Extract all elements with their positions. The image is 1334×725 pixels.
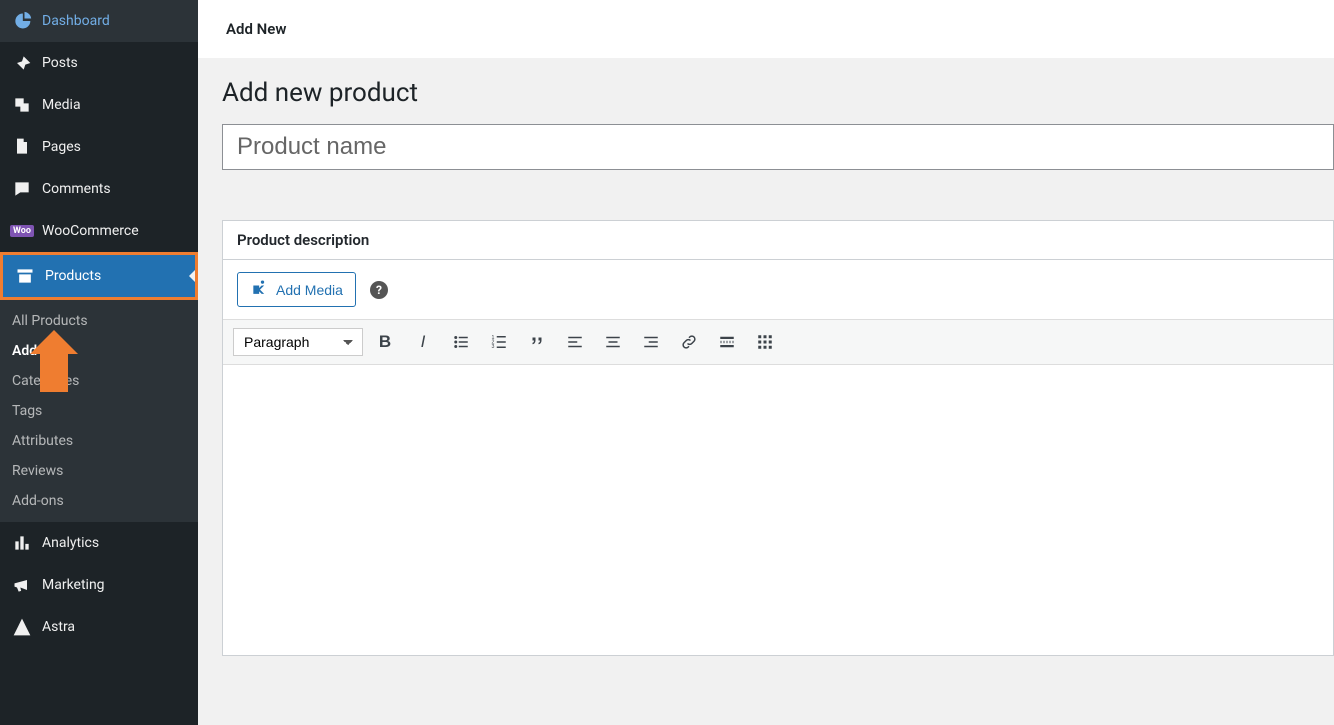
- sidebar-item-label: Comments: [42, 181, 111, 197]
- numbered-list-button[interactable]: 123: [483, 326, 515, 358]
- media-icon: [12, 95, 32, 115]
- add-media-label: Add Media: [276, 282, 343, 298]
- sidebar-item-media[interactable]: Media: [0, 84, 198, 126]
- analytics-icon: [12, 533, 32, 553]
- main: Add new product Product description Add …: [198, 58, 1334, 656]
- toolbar-toggle-button[interactable]: [749, 326, 781, 358]
- comment-icon: [12, 179, 32, 199]
- format-select[interactable]: Paragraph: [233, 328, 363, 356]
- product-description-body: Add Media ? Paragraph B I 123: [222, 259, 1334, 656]
- editor-textarea[interactable]: [223, 365, 1333, 655]
- bold-button[interactable]: B: [369, 326, 401, 358]
- sidebar-item-label: Posts: [42, 55, 78, 71]
- highlight-products: Products: [0, 252, 198, 300]
- page-title: Add new product: [222, 78, 1334, 108]
- editor-toolbar: Paragraph B I 123: [223, 319, 1333, 365]
- sidebar-item-label: Dashboard: [42, 13, 110, 29]
- submenu-item-reviews[interactable]: Reviews: [0, 456, 198, 486]
- product-name-input[interactable]: [222, 124, 1334, 170]
- sidebar-item-label: WooCommerce: [42, 223, 139, 239]
- admin-sidebar: Dashboard Posts Media Pages Comments Woo…: [0, 0, 198, 725]
- submenu-item-label: Add-ons: [12, 493, 64, 509]
- link-button[interactable]: [673, 326, 705, 358]
- archive-icon: [15, 266, 35, 286]
- sidebar-item-marketing[interactable]: Marketing: [0, 564, 198, 606]
- insert-more-button[interactable]: [711, 326, 743, 358]
- sidebar-item-comments[interactable]: Comments: [0, 168, 198, 210]
- submenu-item-label: All Products: [12, 313, 88, 329]
- sidebar-item-pages[interactable]: Pages: [0, 126, 198, 168]
- sidebar-item-analytics[interactable]: Analytics: [0, 522, 198, 564]
- media-button-icon: [250, 278, 270, 301]
- woocommerce-icon: Woo: [12, 221, 32, 241]
- sidebar-item-astra[interactable]: Astra: [0, 606, 198, 648]
- submenu-item-tags[interactable]: Tags: [0, 396, 198, 426]
- sidebar-item-dashboard[interactable]: Dashboard: [0, 0, 198, 42]
- sidebar-item-label: Pages: [42, 139, 81, 155]
- blockquote-button[interactable]: [521, 326, 553, 358]
- sidebar-item-label: Products: [45, 268, 101, 284]
- dashboard-icon: [12, 11, 32, 31]
- sidebar-item-products[interactable]: Products: [3, 255, 195, 297]
- sidebar-item-label: Media: [42, 97, 81, 113]
- media-toolbar: Add Media ?: [223, 260, 1333, 319]
- megaphone-icon: [12, 575, 32, 595]
- italic-button[interactable]: I: [407, 326, 439, 358]
- add-media-button[interactable]: Add Media: [237, 272, 356, 307]
- products-submenu: All Products Add New Categories Tags Att…: [0, 300, 198, 522]
- align-left-button[interactable]: [559, 326, 591, 358]
- submenu-item-attributes[interactable]: Attributes: [0, 426, 198, 456]
- arrow-indicator-icon: [40, 348, 68, 392]
- submenu-item-label: Tags: [12, 403, 42, 419]
- align-right-button[interactable]: [635, 326, 667, 358]
- pin-icon: [12, 53, 32, 73]
- product-description-section: Product description Add Media ? Paragrap…: [222, 220, 1334, 656]
- pages-icon: [12, 137, 32, 157]
- sidebar-item-label: Astra: [42, 619, 75, 635]
- breadcrumb: Add New: [226, 20, 286, 38]
- bullet-list-button[interactable]: [445, 326, 477, 358]
- submenu-item-categories[interactable]: Categories: [0, 366, 198, 396]
- top-bar: Add New: [198, 0, 1334, 58]
- product-description-label: Product description: [222, 220, 1334, 259]
- content-area: Add New Add new product Product descript…: [198, 0, 1334, 725]
- sidebar-item-posts[interactable]: Posts: [0, 42, 198, 84]
- astra-icon: [12, 617, 32, 637]
- sidebar-item-woocommerce[interactable]: Woo WooCommerce: [0, 210, 198, 252]
- sidebar-item-label: Analytics: [42, 535, 99, 551]
- submenu-item-label: Reviews: [12, 463, 63, 479]
- align-center-button[interactable]: [597, 326, 629, 358]
- help-icon[interactable]: ?: [370, 281, 388, 299]
- sidebar-item-label: Marketing: [42, 577, 105, 593]
- svg-text:3: 3: [492, 344, 495, 350]
- submenu-item-addons[interactable]: Add-ons: [0, 486, 198, 516]
- submenu-item-label: Attributes: [12, 433, 73, 449]
